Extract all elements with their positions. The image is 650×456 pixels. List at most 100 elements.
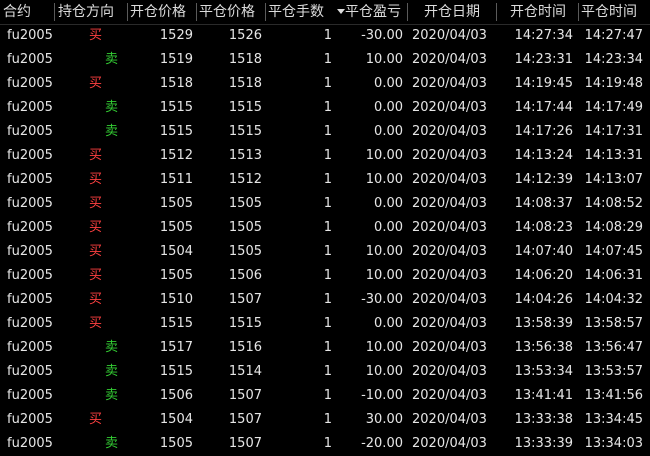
cell-close-price: 1507: [228, 388, 262, 403]
cell-direction: 卖: [105, 124, 119, 139]
cell-open-time: 14:13:24: [514, 148, 573, 163]
cell-close-price: 1507: [228, 412, 262, 427]
col-header-close-time[interactable]: 平仓时间: [581, 0, 647, 24]
cell-contract: fu2005: [7, 316, 53, 331]
col-header-close-pnl[interactable]: 平仓盈亏: [345, 0, 407, 24]
cell-close-pnl: 10.00: [365, 364, 403, 379]
cell-close-time: 14:08:29: [584, 220, 643, 235]
cell-close-qty: 1: [323, 28, 332, 43]
table-row[interactable]: fu2005 卖 1515 1515 1 0.00 2020/04/03 14:17:26 14…: [0, 120, 650, 144]
column-divider[interactable]: [265, 3, 266, 21]
cell-open-time: 14:08:37: [514, 196, 573, 211]
cell-direction: 买: [89, 76, 103, 91]
table-row[interactable]: fu2005 买 1504 1507 1 30.00 2020/04/03 13:33:38 1…: [0, 408, 650, 432]
cell-open-price: 1515: [159, 364, 193, 379]
cell-close-price: 1518: [228, 52, 262, 67]
cell-open-date: 2020/04/03: [412, 148, 487, 163]
col-header-direction[interactable]: 持仓方向: [58, 0, 126, 24]
cell-close-qty: 1: [323, 316, 332, 331]
column-divider[interactable]: [496, 3, 497, 21]
table-row[interactable]: fu2005 买 1505 1505 1 0.00 2020/04/03 14:08:23 14…: [0, 216, 650, 240]
cell-contract: fu2005: [7, 28, 53, 43]
cell-open-price: 1505: [159, 220, 193, 235]
cell-open-time: 14:23:31: [514, 52, 573, 67]
cell-open-date: 2020/04/03: [412, 100, 487, 115]
cell-open-price: 1504: [159, 244, 193, 259]
table-row[interactable]: fu2005 买 1510 1507 1 -30.00 2020/04/03 14:04:26…: [0, 288, 650, 312]
table-row[interactable]: fu2005 卖 1515 1514 1 10.00 2020/04/03 13:53:34 1…: [0, 360, 650, 384]
cell-open-price: 1505: [159, 436, 193, 451]
cell-close-price: 1515: [228, 100, 262, 115]
cell-close-price: 1512: [228, 172, 262, 187]
table-row[interactable]: fu2005 卖 1519 1518 1 10.00 2020/04/03 14:23:31 1…: [0, 48, 650, 72]
cell-open-time: 14:06:20: [514, 268, 573, 283]
cell-open-time: 14:07:40: [514, 244, 573, 259]
cell-open-price: 1512: [159, 148, 193, 163]
table-row[interactable]: fu2005 买 1512 1513 1 10.00 2020/04/03 14:13:24 1…: [0, 144, 650, 168]
cell-contract: fu2005: [7, 436, 53, 451]
cell-open-price: 1515: [159, 316, 193, 331]
cell-close-price: 1518: [228, 76, 262, 91]
cell-close-price: 1505: [228, 244, 262, 259]
column-divider[interactable]: [578, 3, 579, 21]
table-row[interactable]: fu2005 买 1505 1506 1 10.00 2020/04/03 14:06:20 1…: [0, 264, 650, 288]
cell-open-price: 1505: [159, 196, 193, 211]
cell-open-time: 13:33:38: [514, 412, 573, 427]
cell-open-time: 14:08:23: [514, 220, 573, 235]
cell-close-qty: 1: [323, 364, 332, 379]
column-divider[interactable]: [54, 3, 55, 21]
cell-close-pnl: -10.00: [361, 388, 403, 403]
cell-close-price: 1514: [228, 364, 262, 379]
cell-open-time: 14:12:39: [514, 172, 573, 187]
column-divider[interactable]: [407, 3, 408, 21]
cell-open-date: 2020/04/03: [412, 52, 487, 67]
cell-close-pnl: -30.00: [361, 28, 403, 43]
sort-down-icon[interactable]: [337, 9, 345, 14]
col-header-open-time[interactable]: 开仓时间: [510, 0, 580, 24]
table-body: fu2005 买 1529 1526 1 -30.00 2020/04/03 14:27:34…: [0, 24, 650, 456]
cell-close-price: 1505: [228, 196, 262, 211]
cell-close-pnl: 0.00: [374, 220, 403, 235]
cell-close-time: 14:08:52: [584, 196, 643, 211]
col-header-close-qty[interactable]: 平仓手数: [268, 0, 336, 24]
cell-open-price: 1510: [159, 292, 193, 307]
trade-history-table: 合约 持仓方向 开仓价格 平仓价格 平仓手数 平仓盈亏 开仓日期 开仓时间 平仓…: [0, 0, 650, 451]
cell-close-pnl: 10.00: [365, 148, 403, 163]
col-header-contract[interactable]: 合约: [3, 0, 53, 24]
cell-close-price: 1526: [228, 28, 262, 43]
table-row[interactable]: fu2005 卖 1515 1515 1 0.00 2020/04/03 14:17:44 14…: [0, 96, 650, 120]
column-divider[interactable]: [196, 3, 197, 21]
cell-close-time: 13:34:45: [584, 412, 643, 427]
col-header-close-price[interactable]: 平仓价格: [199, 0, 265, 24]
cell-close-qty: 1: [323, 76, 332, 91]
cell-close-pnl: 10.00: [365, 268, 403, 283]
cell-open-price: 1518: [159, 76, 193, 91]
col-header-open-price[interactable]: 开仓价格: [130, 0, 196, 24]
cell-open-time: 14:19:45: [514, 76, 573, 91]
table-row[interactable]: fu2005 买 1505 1505 1 0.00 2020/04/03 14:08:37 14…: [0, 192, 650, 216]
cell-close-qty: 1: [323, 340, 332, 355]
table-row[interactable]: fu2005 卖 1517 1516 1 10.00 2020/04/03 13:56:38 1…: [0, 336, 650, 360]
table-row[interactable]: fu2005 卖 1506 1507 1 -10.00 2020/04/03 13:41:41…: [0, 384, 650, 408]
cell-open-date: 2020/04/03: [412, 436, 487, 451]
cell-open-price: 1511: [159, 172, 193, 187]
column-divider[interactable]: [127, 3, 128, 21]
cell-direction: 买: [89, 268, 103, 283]
cell-open-date: 2020/04/03: [412, 172, 487, 187]
table-row[interactable]: fu2005 买 1518 1518 1 0.00 2020/04/03 14:19:45 14…: [0, 72, 650, 96]
cell-close-pnl: 10.00: [365, 52, 403, 67]
cell-close-pnl: 0.00: [374, 76, 403, 91]
cell-direction: 买: [89, 292, 103, 307]
table-row[interactable]: fu2005 卖 1505 1507 1 -20.00 2020/04/03 13:33:39…: [0, 432, 650, 456]
cell-close-time: 13:41:56: [584, 388, 643, 403]
table-row[interactable]: fu2005 买 1529 1526 1 -30.00 2020/04/03 14:27:34…: [0, 24, 650, 48]
table-row[interactable]: fu2005 买 1504 1505 1 10.00 2020/04/03 14:07:40 1…: [0, 240, 650, 264]
cell-open-date: 2020/04/03: [412, 364, 487, 379]
table-row[interactable]: fu2005 买 1515 1515 1 0.00 2020/04/03 13:58:39 13…: [0, 312, 650, 336]
cell-close-time: 14:17:31: [584, 124, 643, 139]
cell-close-time: 14:07:45: [584, 244, 643, 259]
cell-direction: 买: [89, 148, 103, 163]
col-header-open-date[interactable]: 开仓日期: [424, 0, 496, 24]
table-row[interactable]: fu2005 买 1511 1512 1 10.00 2020/04/03 14:12:39 1…: [0, 168, 650, 192]
cell-direction: 卖: [105, 100, 119, 115]
